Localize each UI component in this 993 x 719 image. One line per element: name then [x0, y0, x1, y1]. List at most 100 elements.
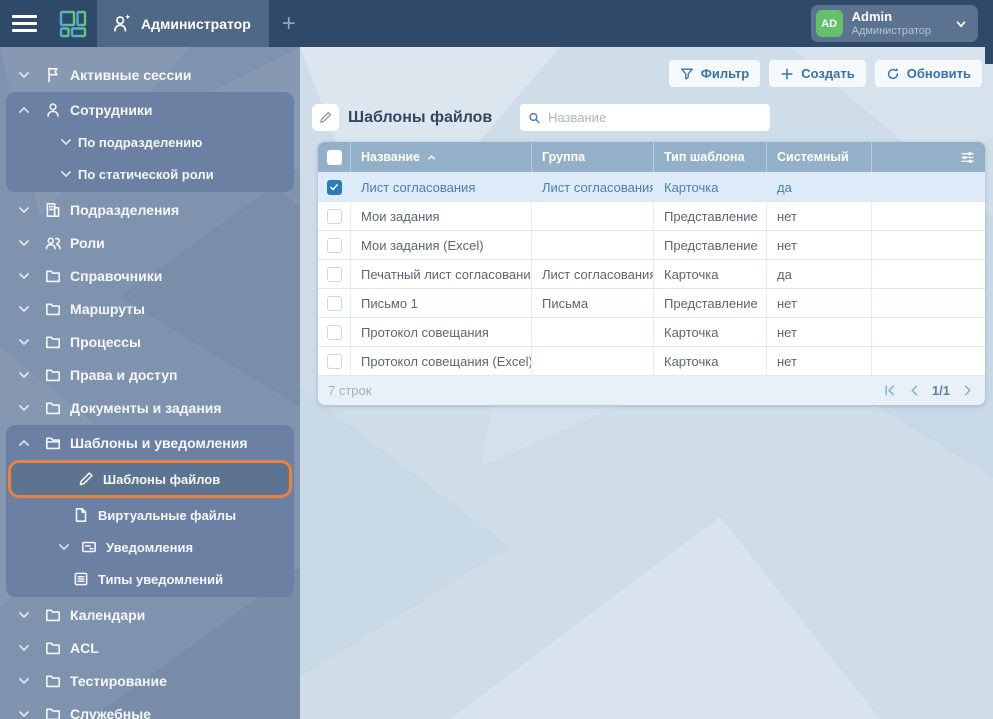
sidebar-item-roles[interactable]: Роли	[0, 226, 300, 259]
table-row[interactable]: Мои задания (Excel) Представление нет	[318, 230, 985, 259]
page-indicator: 1/1	[932, 383, 950, 398]
sidebar-item-processes[interactable]: Процессы	[0, 325, 300, 358]
first-page-icon[interactable]	[882, 383, 897, 398]
avatar: AD	[816, 10, 843, 37]
chevron-up-icon	[16, 435, 32, 451]
create-button[interactable]: Создать	[769, 60, 865, 87]
user-name: Admin	[852, 10, 931, 25]
next-page-icon[interactable]	[960, 383, 975, 398]
sidebar-item-by-static-role[interactable]: По статической роли	[6, 158, 294, 190]
column-settings-icon	[960, 150, 975, 165]
cell-system: нет	[766, 231, 871, 259]
flag-icon	[44, 66, 62, 84]
chevron-down-icon	[16, 400, 32, 416]
cell-actions	[871, 173, 985, 201]
tab-label: Администратор	[141, 16, 251, 32]
sort-asc-icon	[426, 152, 437, 163]
cell-system: да	[766, 173, 871, 201]
user-role: Администратор	[852, 25, 931, 38]
sidebar-item-documents-tasks[interactable]: Документы и задания	[0, 391, 300, 424]
list-icon	[72, 570, 90, 588]
sidebar-item-active-sessions[interactable]: Активные сессии	[0, 58, 300, 91]
sidebar-item-calendars[interactable]: Календари	[0, 598, 300, 631]
search-input[interactable]	[548, 110, 762, 125]
menu-icon[interactable]	[0, 0, 48, 47]
cell-system: нет	[766, 289, 871, 317]
cell-group: Лист согласования	[531, 173, 653, 201]
row-checkbox[interactable]	[327, 209, 342, 224]
table-row[interactable]: Письмо 1 Письма Представление нет	[318, 288, 985, 317]
sidebar-item-testing[interactable]: Тестирование	[0, 664, 300, 697]
cell-group: Письма	[531, 289, 653, 317]
cell-name: Печатный лист согласования	[350, 260, 531, 288]
sidebar-item-templates-notifications[interactable]: Шаблоны и уведомления	[6, 427, 294, 459]
search-box[interactable]	[520, 104, 770, 131]
sidebar-item-virtual-files[interactable]: Виртуальные файлы	[6, 499, 294, 531]
cell-group: Лист согласования	[531, 260, 653, 288]
sidebar-item-by-department[interactable]: По подразделению	[6, 126, 294, 158]
sidebar-item-rights-access[interactable]: Права и доступ	[0, 358, 300, 391]
chevron-down-icon	[16, 202, 32, 218]
chevron-down-icon	[16, 334, 32, 350]
sidebar-item-acl[interactable]: ACL	[0, 631, 300, 664]
row-checkbox[interactable]	[327, 267, 342, 282]
tab-administrator[interactable]: Администратор	[97, 0, 269, 47]
table-row[interactable]: Протокол совещания Карточка нет	[318, 317, 985, 346]
refresh-icon	[886, 67, 900, 81]
sidebar-item-employees[interactable]: Сотрудники	[6, 94, 294, 126]
cell-type: Карточка	[653, 173, 766, 201]
cell-group	[531, 318, 653, 346]
column-settings-button[interactable]	[871, 142, 985, 172]
page-icon-badge	[312, 104, 339, 131]
new-tab-button[interactable]: +	[269, 0, 309, 47]
table-footer: 7 строк 1/1	[318, 375, 985, 405]
prev-page-icon[interactable]	[907, 383, 922, 398]
row-checkbox[interactable]	[327, 354, 342, 369]
sidebar-item-routes[interactable]: Маршруты	[0, 292, 300, 325]
cell-name: Лист согласования	[350, 173, 531, 201]
column-header-group[interactable]: Группа	[531, 142, 653, 172]
cell-type: Представление	[653, 231, 766, 259]
scrollbar-thumb[interactable]	[985, 47, 993, 64]
table-row[interactable]: Лист согласования Лист согласования Карт…	[318, 172, 985, 201]
select-all-checkbox[interactable]	[327, 150, 342, 165]
user-menu[interactable]: AD Admin Администратор	[811, 5, 978, 42]
pencil-icon	[318, 110, 333, 125]
cell-type: Карточка	[653, 260, 766, 288]
row-checkbox[interactable]	[327, 180, 342, 195]
cell-group	[531, 202, 653, 230]
folder-icon	[44, 399, 62, 417]
search-icon	[528, 111, 541, 125]
cell-name: Мои задания (Excel)	[350, 231, 531, 259]
file-icon	[72, 506, 90, 524]
sidebar-item-service[interactable]: Служебные	[0, 697, 300, 719]
table-header: Название Группа Тип шаблона Системный	[318, 142, 985, 172]
refresh-button[interactable]: Обновить	[875, 60, 982, 87]
plus-icon	[780, 67, 794, 81]
sidebar-item-notifications[interactable]: Уведомления	[6, 531, 294, 563]
chevron-down-icon	[16, 607, 32, 623]
sidebar-item-directories[interactable]: Справочники	[0, 259, 300, 292]
column-header-type[interactable]: Тип шаблона	[653, 142, 766, 172]
sidebar-item-notification-types[interactable]: Типы уведомлений	[6, 563, 294, 595]
table-row[interactable]: Мои задания Представление нет	[318, 201, 985, 230]
chevron-down-icon	[16, 706, 32, 719]
row-checkbox[interactable]	[327, 238, 342, 253]
app-logo-icon[interactable]	[48, 0, 97, 47]
sidebar-item-departments[interactable]: Подразделения	[0, 193, 300, 226]
cell-name: Протокол совещания	[350, 318, 531, 346]
mail-icon	[80, 538, 98, 556]
folder-icon	[44, 300, 62, 318]
table-row[interactable]: Протокол совещания (Excel) Карточка нет	[318, 346, 985, 375]
column-header-name[interactable]: Название	[350, 142, 531, 172]
row-checkbox[interactable]	[327, 325, 342, 340]
column-header-system[interactable]: Системный	[766, 142, 871, 172]
filter-button[interactable]: Фильтр	[669, 60, 761, 87]
row-checkbox[interactable]	[327, 296, 342, 311]
sidebar-item-file-templates[interactable]: Шаблоны файлов	[8, 460, 292, 498]
cell-type: Карточка	[653, 318, 766, 346]
table-row[interactable]: Печатный лист согласования Лист согласов…	[318, 259, 985, 288]
cell-name: Письмо 1	[350, 289, 531, 317]
chevron-down-icon	[16, 673, 32, 689]
chevron-up-icon	[16, 102, 32, 118]
